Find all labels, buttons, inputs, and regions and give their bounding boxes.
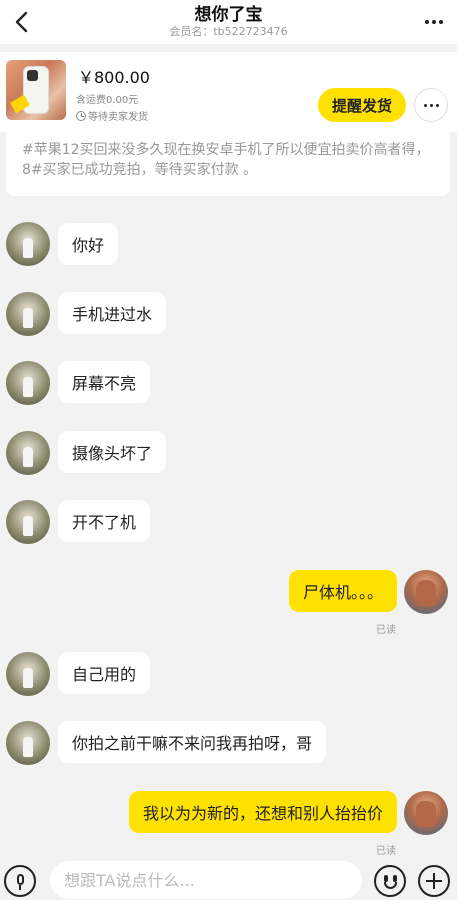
avatar-figure (416, 801, 436, 827)
system-message: #苹果12买回来没多久现在换安卓手机了所以便宜拍卖价高者得，8#买家已成功竞拍，… (6, 132, 450, 196)
message-bubble: 屏幕不亮 (58, 361, 151, 403)
camera-module (27, 70, 38, 81)
avatar-self[interactable] (404, 570, 448, 614)
microphone-icon (16, 873, 24, 885)
chat-header: 想你了宝 会员名：tb522723476 (0, 0, 457, 44)
avatar[interactable] (6, 222, 50, 266)
member-name: 会员名：tb522723476 (169, 25, 288, 39)
avatar-figure (23, 238, 33, 258)
avatar[interactable] (6, 292, 50, 336)
microphone-stand (19, 885, 21, 890)
avatar[interactable] (6, 500, 50, 544)
product-more-button[interactable] (414, 88, 448, 122)
emoji-mouth (384, 882, 397, 889)
emoji-icon (384, 875, 388, 882)
avatar-figure (23, 377, 33, 397)
order-status-text: 等待卖家发货 (88, 112, 148, 123)
avatar-figure (23, 737, 33, 757)
avatar-figure (23, 668, 33, 688)
read-status: 已读 (376, 625, 396, 636)
plus-button[interactable] (418, 865, 450, 897)
message-input[interactable] (50, 861, 362, 899)
message-bubble: 自己用的 (58, 652, 151, 694)
avatar-figure (23, 516, 33, 536)
message-bubble: 手机进过水 (58, 292, 167, 334)
avatar-figure (416, 580, 436, 606)
chat-title-block: 想你了宝 会员名：tb522723476 (169, 4, 288, 39)
emoji-eye (393, 875, 397, 882)
input-bar (0, 855, 457, 900)
chevron-left-icon (15, 11, 28, 33)
message-bubble: 摄像头坏了 (58, 431, 167, 473)
more-horizontal-icon (425, 20, 429, 24)
avatar[interactable] (6, 652, 50, 696)
product-card[interactable]: ￥800.00 含运费0.00元 等待卖家发货 提醒发货 (0, 52, 457, 132)
message-bubble-self: 我以为为新的，还想和别人抬抬价 (128, 791, 397, 833)
message-bubble: 你好 (58, 223, 119, 265)
more-dot (439, 20, 443, 24)
message-bubble: 你拍之前干嘛不来问我再拍呀，哥 (58, 721, 327, 763)
more-horizontal-icon (423, 103, 427, 107)
product-price: ￥800.00 (78, 68, 150, 87)
more-dot (432, 20, 436, 24)
voice-button[interactable] (4, 865, 36, 897)
shipping-fee: 含运费0.00元 (76, 95, 139, 106)
avatar-figure (23, 447, 33, 467)
avatar-self[interactable] (404, 791, 448, 835)
chat-title: 想你了宝 (194, 4, 263, 25)
clock-icon (76, 110, 86, 121)
order-status: 等待卖家发货 (76, 108, 148, 123)
back-button[interactable] (8, 8, 36, 36)
emoji-button[interactable] (374, 865, 406, 897)
remind-ship-button[interactable]: 提醒发货 (318, 88, 406, 122)
more-button[interactable] (421, 10, 447, 34)
avatar[interactable] (6, 361, 50, 405)
message-bubble: 开不了机 (58, 500, 151, 542)
avatar-figure (23, 308, 33, 328)
more-dot (435, 103, 439, 107)
avatar[interactable] (6, 431, 50, 475)
more-dot (429, 103, 433, 107)
message-bubble-self: 尸体机。。。 (288, 570, 397, 612)
product-thumbnail[interactable] (6, 60, 66, 120)
avatar[interactable] (6, 721, 50, 765)
